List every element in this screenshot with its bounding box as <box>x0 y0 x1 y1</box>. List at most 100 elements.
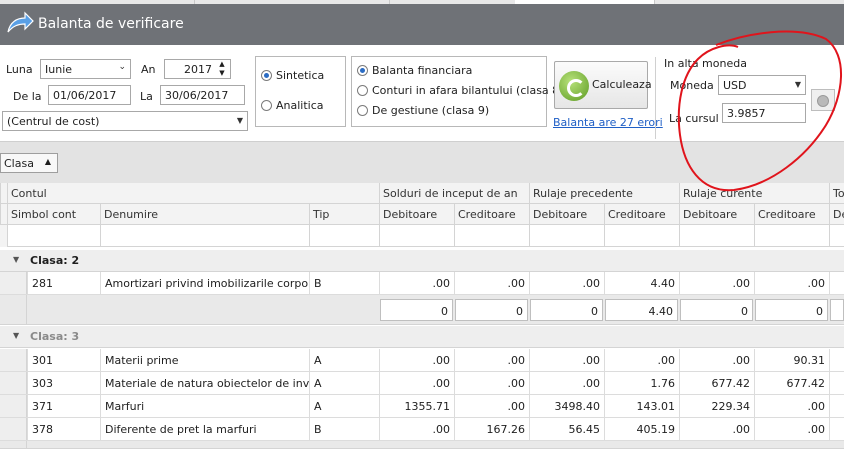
cell-cont: 301 <box>27 349 100 372</box>
table-row[interactable]: 281 Amortizari privind imobilizarile cor… <box>0 272 844 295</box>
group-indent <box>0 395 27 417</box>
radio-sintetica[interactable]: Sintetica <box>261 69 324 85</box>
an-value: 2017 <box>184 63 212 76</box>
band-rulaje-precedente[interactable]: Rulaje precedente <box>529 183 679 204</box>
balance-grid: Contul Solduri de inceput de an Rulaje p… <box>0 183 844 449</box>
cell-value: .00 <box>529 372 604 395</box>
filter-cell[interactable] <box>529 225 604 247</box>
la-date-field[interactable]: 30/06/2017 <box>160 85 245 105</box>
group-indent <box>0 349 27 371</box>
table-row[interactable]: 378 Diferente de pret la marfuri B .00 1… <box>0 418 844 441</box>
cell-cont: 303 <box>27 372 100 395</box>
cell-value <box>829 395 844 418</box>
band-total[interactable]: To <box>829 183 844 204</box>
cell-denumire: Marfuri <box>100 395 309 418</box>
band-rulaje-curente[interactable]: Rulaje curente <box>679 183 829 204</box>
summary-value: 0 <box>755 299 828 321</box>
filter-cell[interactable] <box>454 225 529 247</box>
dela-label: De la <box>13 90 42 103</box>
radio-conturi-afara-bilantului[interactable]: Conturi in afara bilantului (clasa 8) <box>357 84 563 100</box>
band-contul[interactable]: Contul <box>7 183 379 204</box>
luna-value: Iunie <box>45 63 73 76</box>
table-row[interactable]: 301 Materii prime A .00 .00 .00 .00 .00 … <box>0 349 844 372</box>
dela-date-field[interactable]: 01/06/2017 <box>48 85 131 105</box>
col-debitoare[interactable]: Debitoare <box>379 204 454 225</box>
an-stepper[interactable]: 2017 ▲ ▼ <box>164 59 231 79</box>
filter-cell[interactable] <box>754 225 829 247</box>
col-tip[interactable]: Tip <box>309 204 379 225</box>
cell-value: .00 <box>379 372 454 395</box>
cell-denumire: Diferente de pret la marfuri <box>100 418 309 441</box>
group-row-clasa-2[interactable]: ▼ Clasa: 2 <box>0 250 844 272</box>
col-debitoare[interactable]: Debitoare <box>679 204 754 225</box>
table-row[interactable]: 303 Materiale de natura obiectelor de in… <box>0 372 844 395</box>
col-denumire[interactable]: Denumire <box>100 204 309 225</box>
col-total-debitoare[interactable]: De <box>829 204 844 225</box>
la-label: La <box>140 90 153 103</box>
filter-cell[interactable] <box>100 225 309 247</box>
filter-cell[interactable] <box>679 225 754 247</box>
summary-value: 0 <box>680 299 753 321</box>
curs-input[interactable]: 3.9857 <box>722 103 806 123</box>
radio-label: Sintetica <box>276 69 325 82</box>
collapse-icon[interactable]: ▼ <box>13 331 19 340</box>
cell-value: 677.42 <box>679 372 754 395</box>
group-summary-row: 0 0 0 4.40 0 0 <box>0 295 844 325</box>
errors-link[interactable]: Balanta are 27 erori <box>553 116 663 129</box>
filter-cell[interactable] <box>379 225 454 247</box>
calculeaza-button[interactable]: Calculeaza <box>554 61 652 109</box>
cell-value: 143.01 <box>604 395 679 418</box>
radio-de-gestiune[interactable]: De gestiune (clasa 9) <box>357 104 489 120</box>
radio-analitica[interactable]: Analitica <box>261 99 324 115</box>
table-row[interactable]: 371 Marfuri A 1355.71 .00 3498.40 143.01… <box>0 395 844 418</box>
col-simbol-cont[interactable]: Simbol cont <box>7 204 100 225</box>
col-creditoare[interactable]: Creditoare <box>604 204 679 225</box>
radio-balanta-financiara[interactable]: Balanta financiara <box>357 64 472 80</box>
cell-value: .00 <box>679 272 754 295</box>
cell-value: .00 <box>529 272 604 295</box>
exchange-rate-button[interactable] <box>811 89 835 111</box>
col-debitoare[interactable]: Debitoare <box>529 204 604 225</box>
cell-value: .00 <box>529 349 604 372</box>
cell-value: 1355.71 <box>379 395 454 418</box>
summary-value: 4.40 <box>605 299 678 321</box>
band-solduri[interactable]: Solduri de inceput de an <box>379 183 529 204</box>
cell-value: 3498.40 <box>529 395 604 418</box>
detail-radio-group: Sintetica Analitica <box>255 56 346 127</box>
centru-cost-select[interactable]: (Centrul de cost) ▼ <box>2 111 248 131</box>
filter-cell[interactable] <box>309 225 379 247</box>
dropdown-arrow-icon: ▼ <box>794 80 801 89</box>
parameters-panel: Luna Iunie ⌄ An 2017 ▲ ▼ De la 01/06/2017… <box>0 45 844 141</box>
col-creditoare[interactable]: Creditoare <box>454 204 529 225</box>
cell-value: .00 <box>379 349 454 372</box>
collapse-icon[interactable]: ▼ <box>13 255 19 264</box>
cell-denumire: Amortizari privind imobilizarile corpora… <box>100 272 309 295</box>
sort-ascending-icon: ▲ <box>44 157 51 166</box>
cell-value: .00 <box>379 418 454 441</box>
group-row-clasa-3[interactable]: ▼ Clasa: 3 <box>0 326 844 348</box>
cell-value <box>829 372 844 395</box>
radio-selected-icon <box>357 64 368 76</box>
filter-cell[interactable] <box>604 225 679 247</box>
luna-select[interactable]: Iunie ⌄ <box>40 59 131 79</box>
cell-tip: B <box>309 272 379 295</box>
back-arrow-icon[interactable] <box>5 10 35 38</box>
summary-value: 0 <box>380 299 453 321</box>
moneda-label: Moneda <box>670 79 714 92</box>
curs-label: La cursul <box>669 112 719 125</box>
centru-cost-value: (Centrul de cost) <box>7 115 100 128</box>
radio-label: Conturi in afara bilantului (clasa 8) <box>372 84 564 97</box>
summary-value: 0 <box>455 299 528 321</box>
calculeaza-label: Calculeaza <box>592 78 652 91</box>
col-creditoare[interactable]: Creditoare <box>754 204 829 225</box>
cell-value: 405.19 <box>604 418 679 441</box>
cell-value: .00 <box>679 418 754 441</box>
radio-selected-icon <box>261 69 272 81</box>
cell-value: .00 <box>679 349 754 372</box>
filter-cell[interactable] <box>7 225 100 247</box>
group-by-chip-clasa[interactable]: Clasa ▲ <box>0 153 58 173</box>
filter-cell[interactable] <box>829 225 844 247</box>
refresh-icon <box>559 71 589 101</box>
moneda-select[interactable]: USD ▼ <box>718 75 806 95</box>
spinner-icon[interactable]: ▲ ▼ <box>216 60 228 78</box>
